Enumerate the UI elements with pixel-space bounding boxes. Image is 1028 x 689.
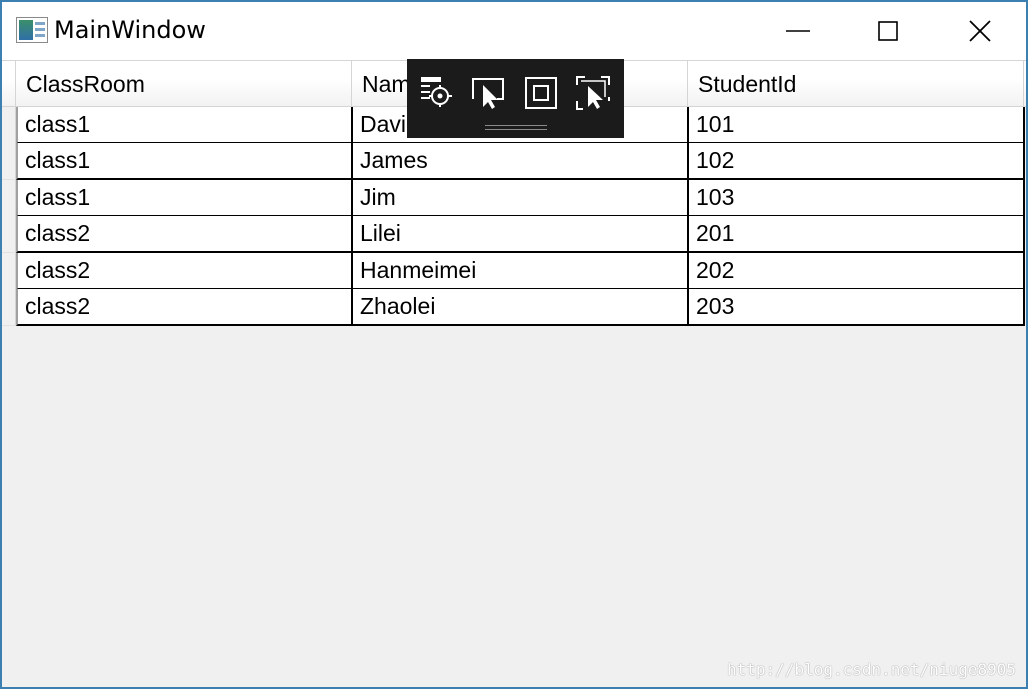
maximize-button[interactable]	[842, 2, 934, 60]
close-button[interactable]	[934, 2, 1026, 60]
table-cell[interactable]: 102	[689, 143, 1025, 180]
table-row[interactable]: class1 James 102	[2, 143, 1026, 180]
table-cell[interactable]: class1	[16, 180, 353, 217]
go-to-live-visual-tree-button[interactable]	[419, 75, 455, 111]
table-cell[interactable]: James	[353, 143, 689, 180]
window-title: MainWindow	[54, 16, 206, 44]
table-cell[interactable]: class2	[16, 253, 353, 290]
table-cell[interactable]: 101	[689, 107, 1025, 144]
go-to-live-visual-tree-icon	[421, 77, 452, 107]
table-cell[interactable]: class2	[16, 289, 353, 326]
table-row[interactable]: class1 Jim 103	[2, 180, 1026, 217]
table-cell[interactable]: 201	[689, 216, 1025, 253]
table-cell[interactable]: 103	[689, 180, 1025, 217]
watermark: http://blog.csdn.net/niuge8905	[727, 660, 1016, 679]
table-cell[interactable]: class1	[16, 143, 353, 180]
table-cell[interactable]: 202	[689, 253, 1025, 290]
toolbar-grip[interactable]	[485, 125, 547, 130]
row-header[interactable]	[2, 216, 16, 253]
table-row[interactable]: class2 Lilei 201	[2, 216, 1026, 253]
select-all-corner[interactable]	[2, 61, 16, 107]
minimize-icon	[786, 30, 810, 32]
table-cell[interactable]: Lilei	[353, 216, 689, 253]
close-icon	[969, 20, 991, 42]
row-header[interactable]	[2, 253, 16, 290]
track-focused-element-icon	[576, 76, 610, 110]
title-bar[interactable]: MainWindow	[2, 2, 1026, 60]
column-header-classroom[interactable]: ClassRoom	[16, 61, 352, 107]
row-header[interactable]	[2, 180, 16, 217]
xaml-debug-toolbar[interactable]	[407, 59, 624, 138]
track-focused-element-button[interactable]	[575, 75, 611, 111]
column-header-studentid[interactable]: StudentId	[688, 61, 1024, 107]
table-row[interactable]: class2 Hanmeimei 202	[2, 253, 1026, 290]
table-cell[interactable]: class1	[16, 107, 353, 144]
table-cell[interactable]: Jim	[353, 180, 689, 217]
row-header[interactable]	[2, 289, 16, 326]
select-element-button[interactable]	[471, 75, 507, 111]
select-element-icon	[472, 78, 504, 109]
table-cell[interactable]: 203	[689, 289, 1025, 326]
table-row[interactable]: class2 Zhaolei 203	[2, 289, 1026, 326]
row-header[interactable]	[2, 107, 16, 144]
main-window: MainWindow ClassRoom Name StudentId clas…	[0, 0, 1028, 689]
display-layout-adorners-button[interactable]	[523, 75, 559, 111]
row-header[interactable]	[2, 143, 16, 180]
table-cell[interactable]: class2	[16, 216, 353, 253]
app-icon	[16, 17, 48, 43]
display-layout-adorners-icon	[525, 77, 557, 109]
table-cell[interactable]: Hanmeimei	[353, 253, 689, 290]
table-cell[interactable]: Zhaolei	[353, 289, 689, 326]
minimize-button[interactable]	[752, 2, 844, 60]
maximize-icon	[878, 21, 898, 41]
